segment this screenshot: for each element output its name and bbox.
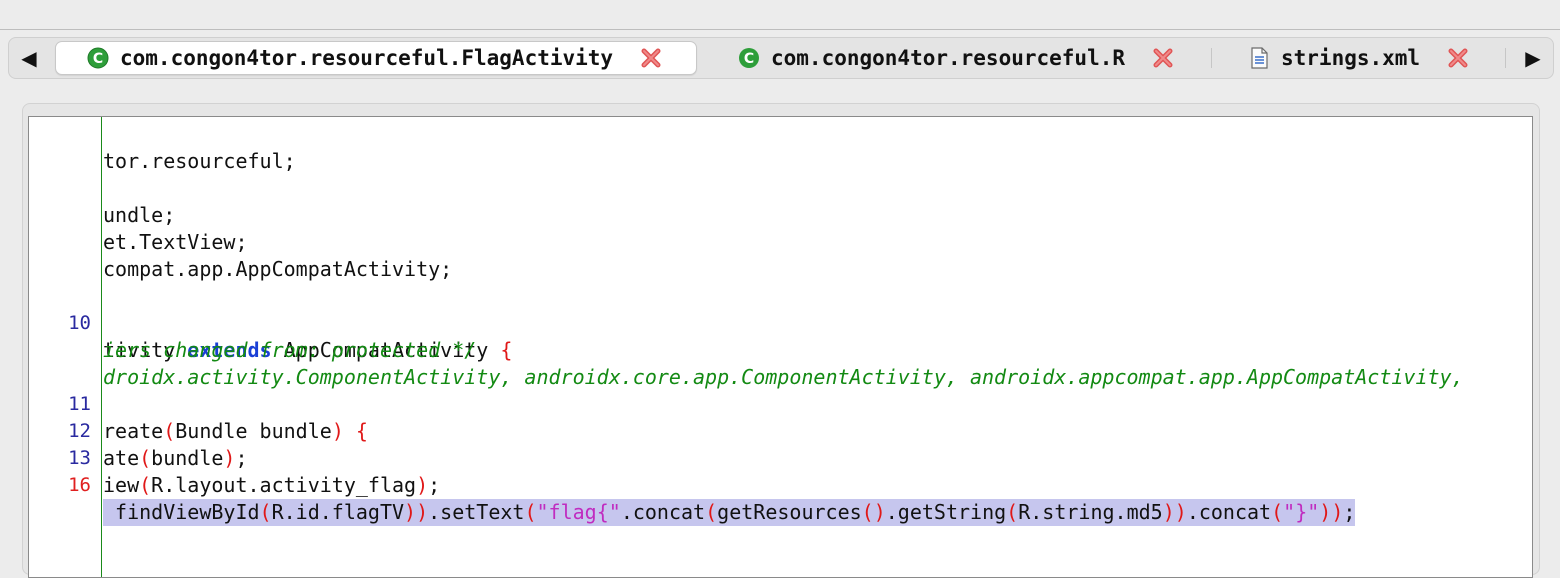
java-class-icon: C — [86, 46, 110, 70]
code-line: iers changed from: protected */ — [29, 310, 1532, 362]
line-number: 16 — [68, 474, 91, 496]
tab-label: com.congon4tor.resourceful.R — [771, 46, 1126, 70]
tab-separator — [1211, 48, 1212, 68]
code-text: compat.app.AppCompatActivity; — [103, 257, 453, 281]
code-line: undle; — [29, 175, 1532, 227]
code-editor[interactable]: tor.resourceful; undle; et.TextView; com… — [28, 116, 1533, 578]
scroll-tabs-right-button[interactable]: ▶ — [1513, 38, 1553, 78]
code-line: droidx.activity.ComponentActivity, andro… — [29, 337, 1532, 389]
window-top-strip — [0, 0, 1560, 30]
close-tab-icon[interactable] — [637, 44, 665, 72]
code-line: 12 ate(bundle); — [29, 391, 1532, 470]
svg-text:C: C — [93, 51, 103, 67]
code-line: 13 iew(R.layout.activity_flag); — [29, 418, 1532, 497]
code-line: 10 tivity extends AppCompatActivity { — [29, 283, 1532, 362]
code-line: et.TextView; — [29, 202, 1532, 254]
tab-flag-activity[interactable]: C com.congon4tor.resourceful.FlagActivit… — [55, 41, 697, 75]
code-line: tor.resourceful; — [29, 121, 1532, 173]
code-line: compat.app.AppCompatActivity; — [29, 229, 1532, 281]
tab-r-class[interactable]: C com.congon4tor.resourceful.R — [737, 41, 1177, 75]
close-tab-icon[interactable] — [1444, 44, 1472, 72]
code-text: tor.resourceful; — [103, 149, 296, 173]
close-tab-icon[interactable] — [1149, 44, 1177, 72]
code-text: iew(R.layout.activity_flag); — [103, 473, 441, 497]
xml-file-icon — [1247, 46, 1271, 70]
code-line: 11 reate(Bundle bundle) { — [29, 364, 1532, 443]
scroll-tabs-left-button[interactable]: ◀ — [9, 38, 49, 78]
editor-tab-bar: ◀ C com.congon4tor.resourceful.FlagActiv… — [8, 37, 1554, 79]
svg-text:C: C — [744, 51, 754, 67]
java-class-icon: C — [737, 46, 761, 70]
tab-label: com.congon4tor.resourceful.FlagActivity — [120, 46, 614, 70]
tab-label: strings.xml — [1281, 46, 1421, 70]
tab-strings-xml[interactable]: strings.xml — [1247, 41, 1472, 75]
code-line-selected: 16 findViewById(R.id.flagTV)).setText("f… — [29, 445, 1532, 526]
tab-separator — [1505, 48, 1506, 68]
code-text-highlighted: findViewById(R.id.flagTV)).setText("flag… — [103, 499, 1356, 526]
